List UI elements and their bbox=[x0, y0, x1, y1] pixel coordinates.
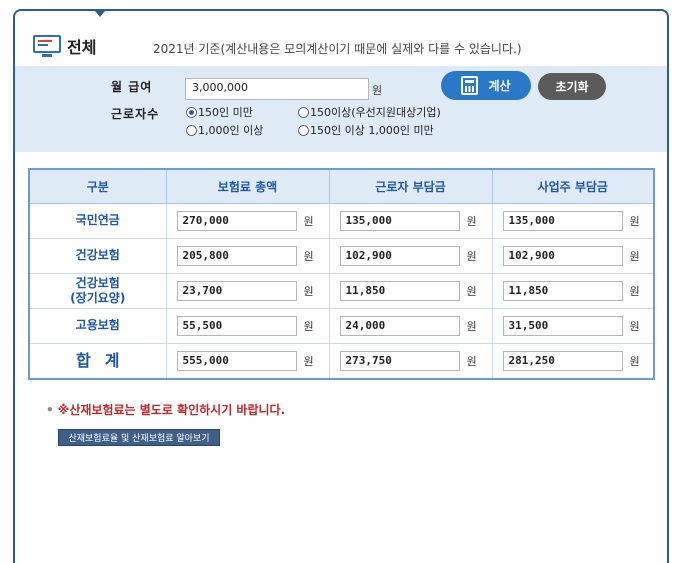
worker-value: 11,850 bbox=[339, 280, 460, 301]
unit: 원 bbox=[303, 214, 314, 228]
unit: 원 bbox=[466, 214, 477, 228]
employer-value: 281,250 bbox=[502, 350, 623, 371]
unit: 원 bbox=[303, 249, 314, 263]
col-header-total: 보험료 총액 bbox=[166, 170, 330, 204]
unit: 원 bbox=[629, 214, 640, 228]
radio-label: 1,000인 이상 bbox=[198, 124, 264, 137]
employer-value: 11,850 bbox=[502, 280, 623, 301]
table-header-row: 구분 보험료 총액 근로자 부담금 사업주 부담금 bbox=[30, 170, 653, 204]
worker-value: 273,750 bbox=[339, 350, 460, 371]
radio-label: 150인 미만 bbox=[198, 106, 253, 119]
radio-150-to-1000[interactable]: 150인 이상 1,000인 미만 bbox=[298, 122, 434, 138]
radio-label: 150이상(우선지원대상기업) bbox=[310, 106, 441, 119]
wage-input[interactable]: 3,000,000 bbox=[185, 78, 369, 100]
bullet: • bbox=[46, 403, 54, 417]
tab-indicator bbox=[95, 11, 105, 17]
reset-button[interactable]: 초기화 bbox=[538, 73, 606, 100]
unit: 원 bbox=[466, 284, 477, 298]
row-label-line1: 건강보험 bbox=[75, 275, 120, 290]
row-label-line2: (장기요양) bbox=[70, 290, 126, 305]
calculator-icon bbox=[461, 76, 479, 95]
table-total-row: 합계 555,000 원 273,750 원 281,250 원 bbox=[30, 343, 653, 378]
total-value: 55,500 bbox=[176, 315, 297, 336]
input-section: 월 급여 3,000,000 원 근로자수 150인 미만 150이상(우선지원… bbox=[15, 66, 667, 152]
unit: 원 bbox=[629, 354, 640, 368]
unit: 원 bbox=[466, 354, 477, 368]
notice-text: 2021년 기준(계산내용은 모의계산이기 때문에 실제와 다를 수 있습니다.… bbox=[153, 42, 522, 56]
table-row: 국민연금 270,000 원 135,000 원 135,000 원 bbox=[30, 203, 653, 239]
radio-icon[interactable] bbox=[298, 124, 309, 136]
row-label: 고용보험 bbox=[30, 308, 167, 344]
calculate-button[interactable]: 계산 bbox=[441, 71, 531, 100]
radio-icon[interactable] bbox=[298, 106, 309, 118]
unit: 원 bbox=[466, 249, 477, 263]
table-row: 고용보험 55,500 원 24,000 원 31,500 원 bbox=[30, 308, 653, 344]
result-table: 구분 보험료 총액 근로자 부담금 사업주 부담금 국민연금 270,000 원 … bbox=[28, 168, 655, 380]
worker-value: 102,900 bbox=[339, 245, 460, 266]
wage-unit: 원 bbox=[372, 84, 383, 97]
col-header-worker: 근로자 부담금 bbox=[329, 170, 493, 204]
worker-value: 24,000 bbox=[339, 315, 460, 336]
warning-message: ※산재보험료는 별도로 확인하시기 바랍니다. bbox=[57, 403, 286, 417]
total-value: 205,800 bbox=[176, 245, 297, 266]
panel-header: 전체 bbox=[33, 31, 96, 61]
unit: 원 bbox=[629, 319, 640, 333]
total-row-label: 합계 bbox=[30, 343, 167, 378]
wage-label: 월 급여 bbox=[111, 80, 153, 94]
total-value: 270,000 bbox=[176, 210, 297, 231]
unit: 원 bbox=[303, 354, 314, 368]
unit: 원 bbox=[303, 319, 314, 333]
row-label: 건강보험 bbox=[30, 238, 167, 274]
unit: 원 bbox=[629, 284, 640, 298]
radio-icon[interactable] bbox=[186, 124, 197, 136]
employer-value: 31,500 bbox=[502, 315, 623, 336]
col-header-employer: 사업주 부담금 bbox=[492, 170, 653, 204]
industrial-insurance-link-button[interactable]: 산재보험료율 및 산재보험료 알아보기 bbox=[58, 429, 220, 446]
employer-value: 102,900 bbox=[502, 245, 623, 266]
monitor-icon bbox=[33, 35, 61, 57]
radio-label: 150인 이상 1,000인 미만 bbox=[310, 124, 434, 137]
unit: 원 bbox=[629, 249, 640, 263]
radio-under-150[interactable]: 150인 미만 bbox=[186, 104, 253, 120]
workers-label: 근로자수 bbox=[111, 107, 160, 121]
row-label: 국민연금 bbox=[30, 203, 167, 239]
table-row: 건강보험 205,800 원 102,900 원 102,900 원 bbox=[30, 238, 653, 274]
unit: 원 bbox=[303, 284, 314, 298]
employer-value: 135,000 bbox=[502, 210, 623, 231]
page-title: 전체 bbox=[67, 38, 97, 57]
col-header-category: 구분 bbox=[30, 170, 167, 204]
radio-over-1000[interactable]: 1,000인 이상 bbox=[186, 122, 263, 138]
table-row: 건강보험 (장기요양) 23,700 원 11,850 원 11,850 원 bbox=[30, 273, 653, 309]
warning-text: • ※산재보험료는 별도로 확인하시기 바랍니다. bbox=[46, 401, 285, 418]
radio-selected-icon[interactable] bbox=[186, 106, 197, 118]
total-value: 555,000 bbox=[176, 350, 297, 371]
calculate-label: 계산 bbox=[488, 79, 511, 93]
radio-150-priority[interactable]: 150이상(우선지원대상기업) bbox=[298, 104, 441, 120]
worker-value: 135,000 bbox=[339, 210, 460, 231]
row-label: 건강보험 (장기요양) bbox=[30, 273, 167, 309]
total-value: 23,700 bbox=[176, 280, 297, 301]
unit: 원 bbox=[466, 319, 477, 333]
